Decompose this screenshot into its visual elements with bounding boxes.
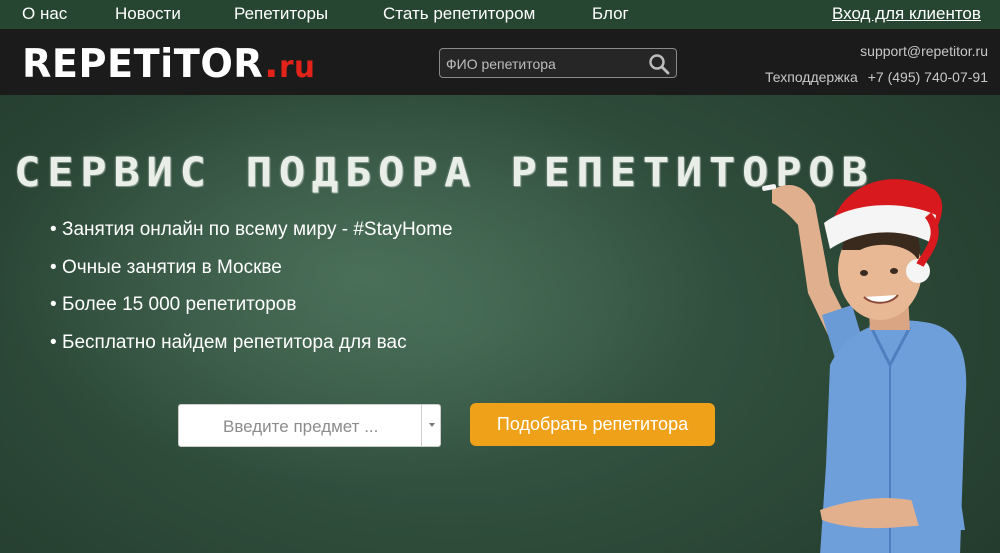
site-header: REPETiTOR.ru support@repetitor.ru Техпод… <box>0 29 1000 95</box>
select-divider <box>421 405 422 446</box>
support-phone[interactable]: +7 (495) 740-07-91 <box>868 69 988 85</box>
nav-about[interactable]: О нас <box>22 4 67 24</box>
tutor-search <box>439 48 677 78</box>
hero-chalkboard: СЕРВИС ПОДБОРА РЕПЕТИТОРОВ Занятия онлай… <box>0 95 1000 553</box>
site-logo[interactable]: REPETiTOR.ru <box>22 45 315 84</box>
tutor-search-input[interactable] <box>446 54 641 73</box>
feature-item: Бесплатно найдем репетитора для вас <box>50 331 453 369</box>
support-email[interactable]: support@repetitor.ru <box>860 43 988 59</box>
hero-title: СЕРВИС ПОДБОРА РЕПЕТИТОРОВ <box>14 150 875 196</box>
top-navigation: О нас Новости Репетиторы Стать репетитор… <box>0 0 1000 29</box>
nav-become-tutor[interactable]: Стать репетитором <box>383 4 535 24</box>
teacher-illustration <box>762 179 967 553</box>
client-login-link[interactable]: Вход для клиентов <box>832 4 981 24</box>
feature-item: Очные занятия в Москве <box>50 256 453 294</box>
logo-dot: . <box>263 42 279 87</box>
nav-tutors[interactable]: Репетиторы <box>234 4 328 24</box>
find-tutor-button[interactable]: Подобрать репетитора <box>470 403 715 446</box>
support-label: Техподдержка <box>765 69 858 85</box>
search-icon[interactable] <box>648 53 670 75</box>
nav-blog[interactable]: Блог <box>592 4 629 24</box>
subject-placeholder: Введите предмет ... <box>223 417 379 436</box>
logo-text: REPETiTOR <box>22 42 264 87</box>
caret-down-icon[interactable] <box>427 420 437 430</box>
logo-domain: ru <box>278 50 316 85</box>
feature-item: Занятия онлайн по всему миру - #StayHome <box>50 218 453 256</box>
feature-list: Занятия онлайн по всему миру - #StayHome… <box>50 218 453 368</box>
nav-news[interactable]: Новости <box>115 4 181 24</box>
feature-item: Более 15 000 репетиторов <box>50 293 453 331</box>
subject-select[interactable]: Введите предмет ... <box>178 404 441 447</box>
